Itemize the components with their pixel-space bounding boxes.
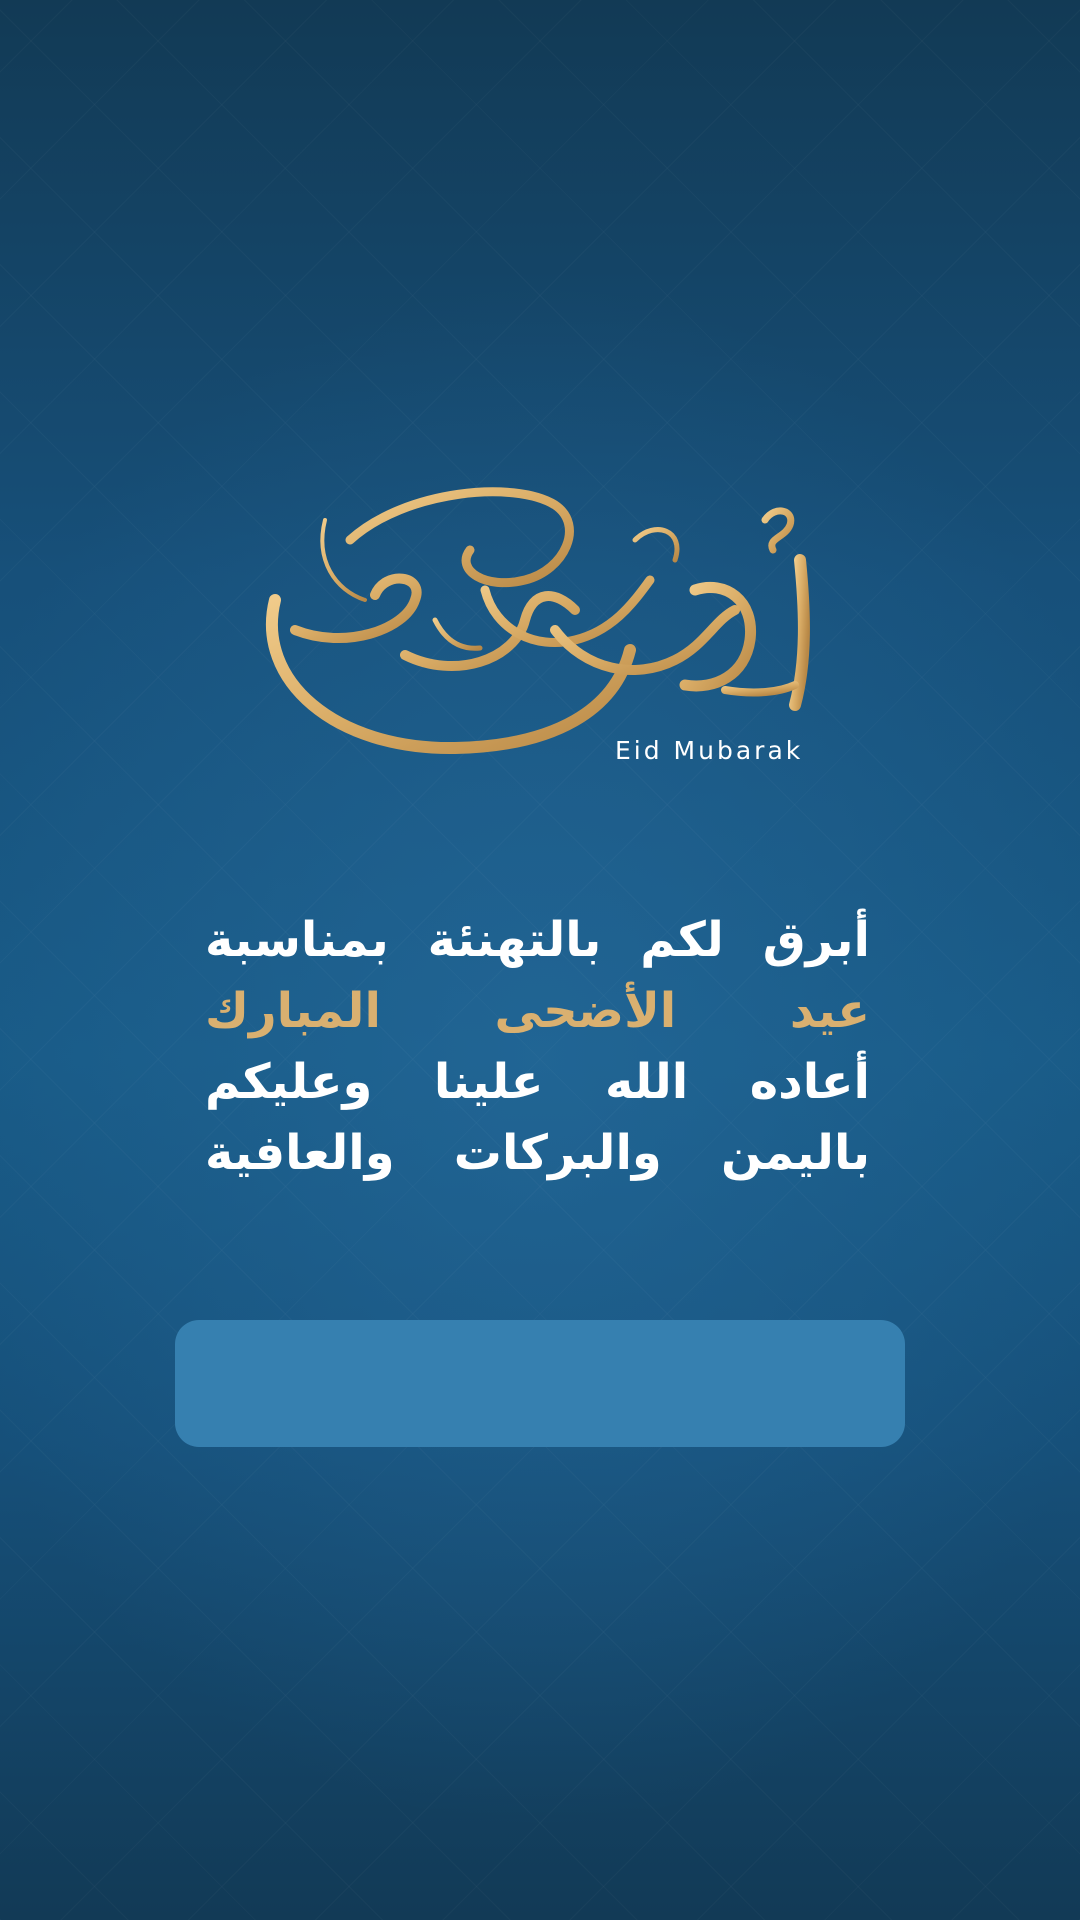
eid-adha-calligraphy-logo-icon [255, 480, 835, 780]
greeting-line-4: باليمن والبركات والعافية [205, 1125, 870, 1181]
greeting-line-1: أبرق لكم بالتهنئة بمناسبة [205, 912, 870, 968]
logo-caption: Eid Mubarak [615, 736, 804, 765]
greeting-message: أبرق لكم بالتهنئة بمناسبة عيد الأضحى الم… [205, 905, 870, 1189]
name-placeholder-box [175, 1320, 905, 1447]
greeting-line-2-highlight: عيد الأضحى المبارك [205, 983, 870, 1039]
greeting-line-3: أعاده الله علينا وعليكم [205, 1054, 870, 1110]
